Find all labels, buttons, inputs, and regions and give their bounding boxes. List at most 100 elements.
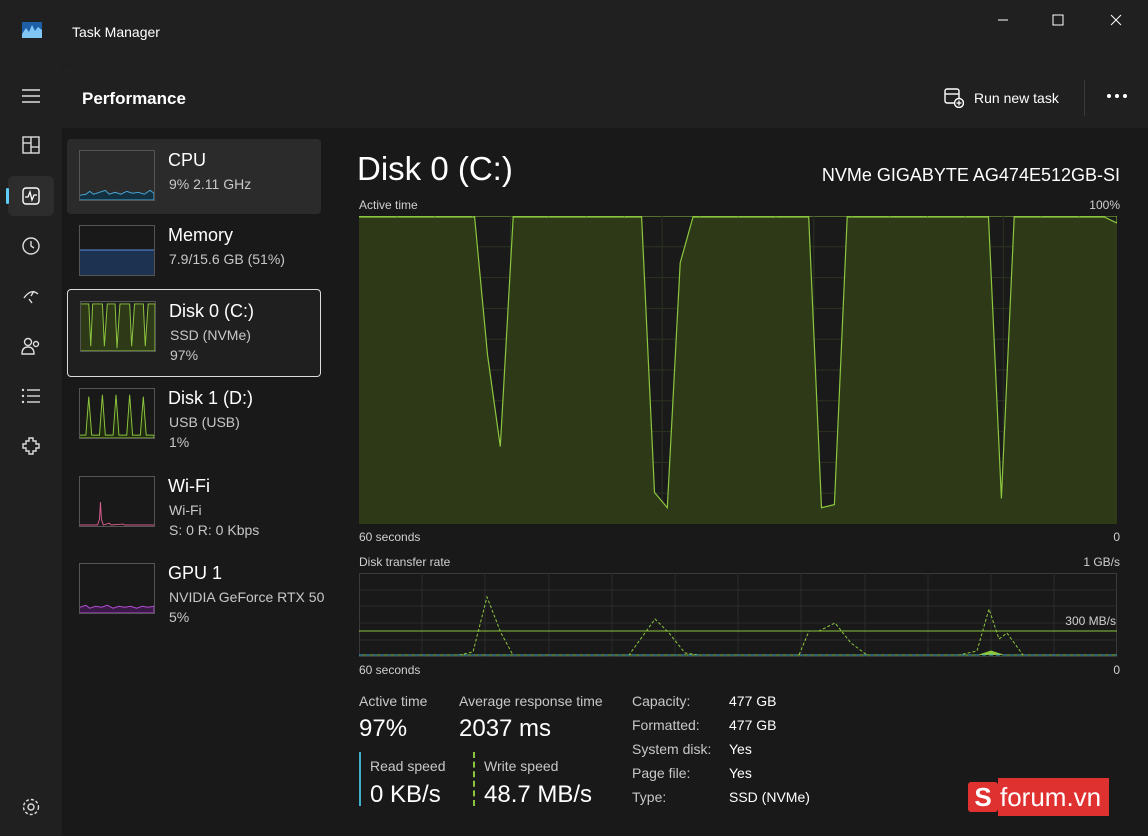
close-button[interactable] [1093,8,1139,32]
write-speed-indicator [473,752,475,806]
capacity-label: Capacity: [632,693,691,709]
transfer-rate-mid-label: 300 MB/s [1065,614,1116,628]
device-name: Disk 0 (C:) [169,301,254,321]
window-title: Task Manager [72,24,160,40]
write-speed-label: Write speed [484,758,559,774]
avg-response-label: Average response time [459,693,603,709]
disk-title: Disk 0 (C:) [357,150,513,187]
settings-icon[interactable] [20,796,42,818]
device-usage: S: 0 R: 0 Kbps [169,522,260,538]
nav-startup[interactable] [8,276,54,316]
startup-icon [23,290,39,304]
device-detail: 7.9/15.6 GB (51%) [169,251,285,267]
watermark-text: forum.vn [998,778,1110,816]
nav-users[interactable] [8,326,54,366]
device-detail: USB (USB) [169,414,240,430]
page-file-label: Page file: [632,765,691,781]
active-indicator [6,188,9,204]
close-icon [1110,14,1122,26]
header-separator [1084,80,1085,116]
run-task-icon [944,88,964,108]
device-name: CPU [168,150,207,170]
nav-services[interactable] [8,426,54,466]
minimize-button[interactable] [980,8,1026,32]
device-wifi[interactable]: Wi-Fi Wi-Fi S: 0 R: 0 Kbps [67,465,321,551]
active-time-label: Active time [359,198,418,212]
device-memory[interactable]: Memory 7.9/15.6 GB (51%) [67,214,321,289]
menu-icon [22,89,40,103]
device-name: GPU 1 [168,563,223,583]
active-time-graph [359,216,1117,524]
app-history-icon [22,237,40,255]
wifi-thumbnail [79,476,155,527]
capacity-value: 477 GB [729,693,777,709]
read-speed-value: 0 KB/s [370,781,441,808]
page-header: Performance Run new task [62,66,1148,128]
transfer-rate-max-label: 1 GB/s [1083,555,1120,569]
more-options-button[interactable] [1102,84,1132,108]
details-icon [21,388,40,404]
title-bar: Task Manager [0,0,1148,64]
main-content: Performance Run new task CPU 9% 2.11 GHz… [62,66,1148,836]
active-time-max-label: 100% [1089,198,1120,212]
cpu-thumbnail [79,150,155,201]
navigation-rail [0,64,62,836]
write-speed-value: 48.7 MB/s [484,781,593,808]
nav-details[interactable] [8,376,54,416]
read-speed-indicator [359,752,361,806]
disk-0-thumbnail [80,301,156,352]
device-detail: Wi-Fi [169,502,202,518]
device-disk-1[interactable]: Disk 1 (D:) USB (USB) 1% [67,377,321,465]
gpu-1-thumbnail [79,563,155,614]
device-usage: 1% [169,434,190,450]
device-detail: 9% 2.11 GHz [169,176,252,192]
page-file-value: Yes [729,765,752,781]
device-gpu-1[interactable]: GPU 1 NVIDIA GeForce RTX 50 5% [67,552,325,638]
watermark-logo: S forum.vn [968,776,1110,818]
run-new-task-button[interactable]: Run new task [944,86,1059,110]
nav-processes[interactable] [8,125,54,165]
services-icon [22,437,40,455]
transfer-rate-graph [359,573,1117,657]
device-usage: 97% [170,347,199,363]
transfer-rate-window-label: 60 seconds [359,663,421,677]
device-usage: 5% [169,609,190,625]
transfer-rate-min-label: 0 [1113,663,1120,677]
page-title: Performance [82,89,186,108]
system-disk-label: System disk: [632,741,712,757]
device-name: Wi-Fi [168,476,210,496]
system-disk-value: Yes [729,741,752,757]
active-time-window-label: 60 seconds [359,530,421,544]
active-time-stat-value: 97% [359,715,408,742]
users-icon [21,337,40,355]
performance-icon [22,187,40,205]
device-name: Disk 1 (D:) [168,388,253,408]
more-icon [1107,94,1127,98]
formatted-label: Formatted: [632,717,700,733]
device-disk-0[interactable]: Disk 0 (C:) SSD (NVMe) 97% [67,289,321,377]
type-label: Type: [632,789,667,805]
nav-app-history[interactable] [8,226,54,266]
read-speed-label: Read speed [370,758,446,774]
transfer-rate-label: Disk transfer rate [359,555,451,569]
device-cpu[interactable]: CPU 9% 2.11 GHz [67,139,321,214]
maximize-icon [1052,14,1064,26]
disk-model: NVMe GIGABYTE AG474E512GB-SI [821,165,1120,185]
device-detail: SSD (NVMe) [170,327,251,343]
minimize-icon [998,19,1008,21]
active-time-stat-label: Active time [359,693,428,709]
type-value: SSD (NVMe) [729,789,810,805]
formatted-value: 477 GB [729,717,777,733]
device-name: Memory [168,225,234,245]
disk-1-thumbnail [79,388,155,439]
avg-response-value: 2037 ms [459,715,552,742]
menu-button[interactable] [8,76,54,116]
maximize-button[interactable] [1035,8,1081,32]
watermark-letter: S [968,782,998,812]
active-time-min-label: 0 [1113,530,1120,544]
task-manager-app-icon [22,22,42,38]
run-new-task-label: Run new task [974,90,1059,106]
memory-thumbnail [79,225,155,276]
device-detail: NVIDIA GeForce RTX 50 [169,589,325,605]
nav-performance[interactable] [6,176,54,216]
